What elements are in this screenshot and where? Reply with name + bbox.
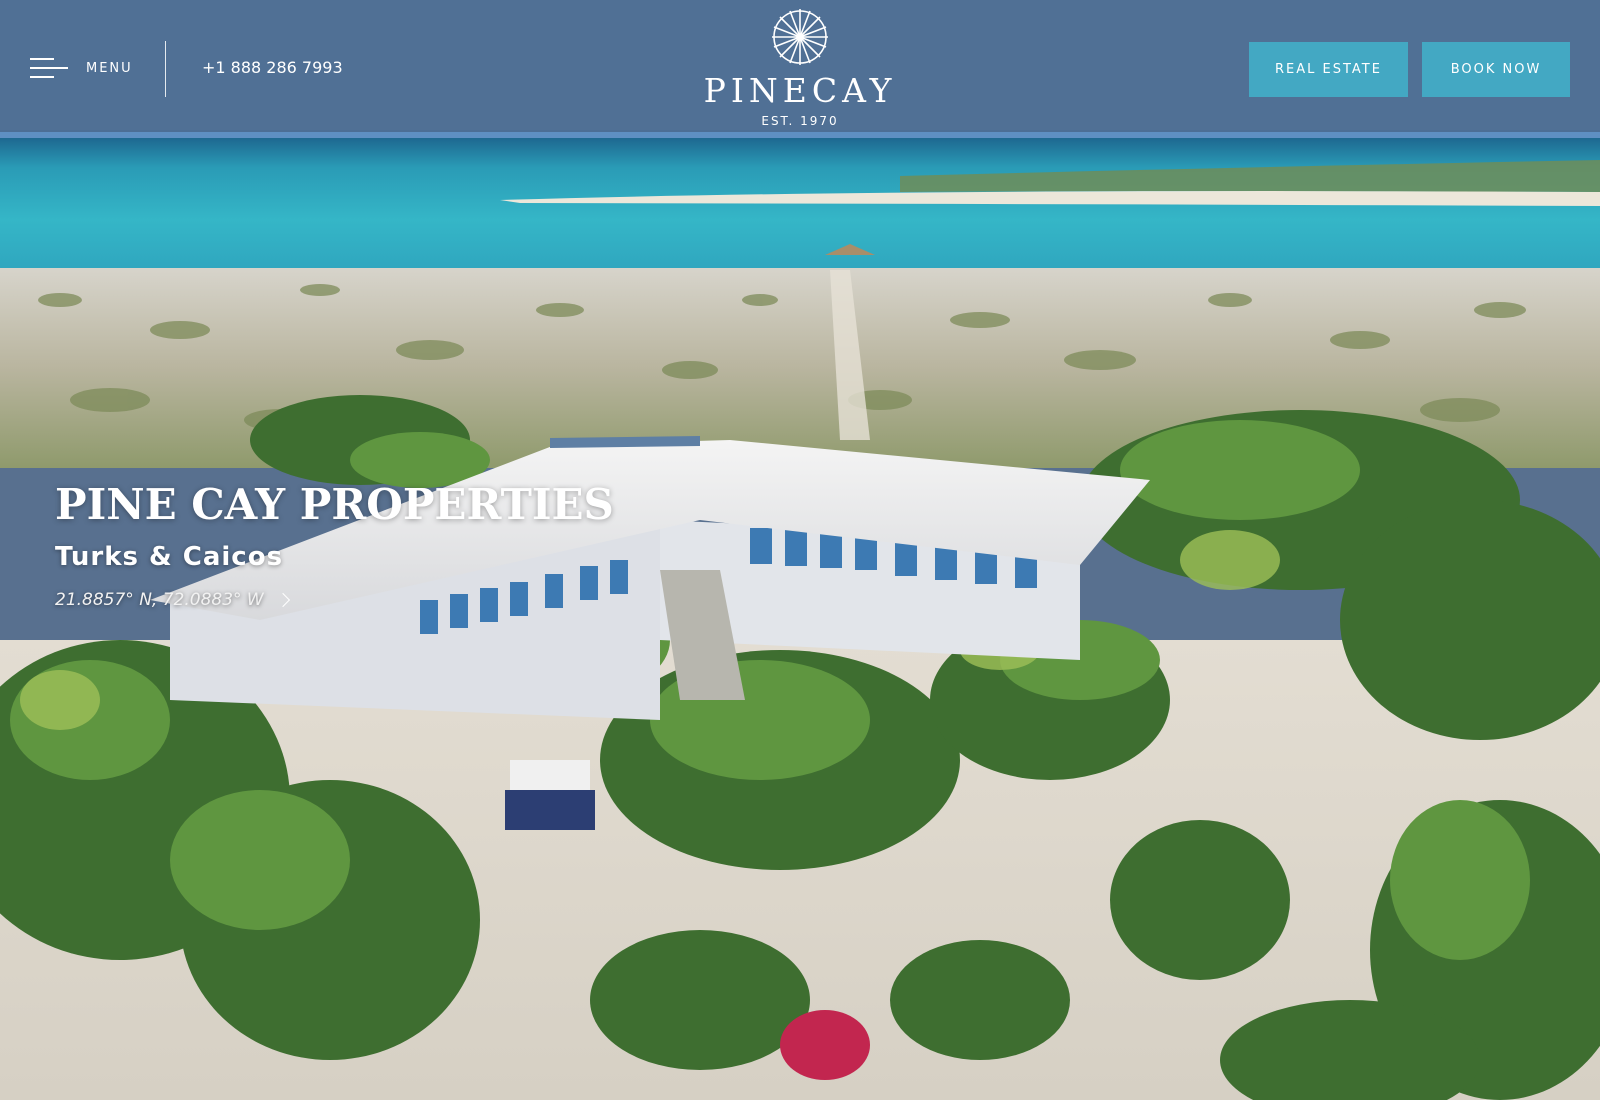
hamburger-icon[interactable] [30, 56, 68, 80]
hero-subtitle: Turks & Caicos [55, 542, 284, 572]
header-divider [165, 41, 166, 97]
starburst-logo-icon [772, 9, 828, 65]
site-logo[interactable]: PINECAY EST. 1970 [680, 6, 920, 134]
phone-link[interactable]: +1 888 286 7993 [202, 58, 343, 77]
coordinates-link[interactable]: 21.8857° N, 72.0883° W [55, 590, 290, 610]
site-header: MENU +1 888 286 7993 PINECAY EST. 1970 R… [0, 0, 1600, 138]
logo-established: EST. 1970 [761, 114, 839, 128]
chevron-right-icon[interactable] [275, 592, 290, 608]
hero-title: PINE CAY PROPERTIES [55, 480, 614, 529]
logo-wordmark: PINECAY [703, 71, 897, 110]
coordinates-text: 21.8857° N, 72.0883° W [55, 590, 264, 610]
book-now-button[interactable]: BOOK NOW [1422, 42, 1570, 97]
menu-label: MENU [86, 60, 133, 76]
real-estate-button[interactable]: REAL ESTATE [1249, 42, 1408, 97]
menu-button[interactable]: MENU [30, 50, 140, 86]
